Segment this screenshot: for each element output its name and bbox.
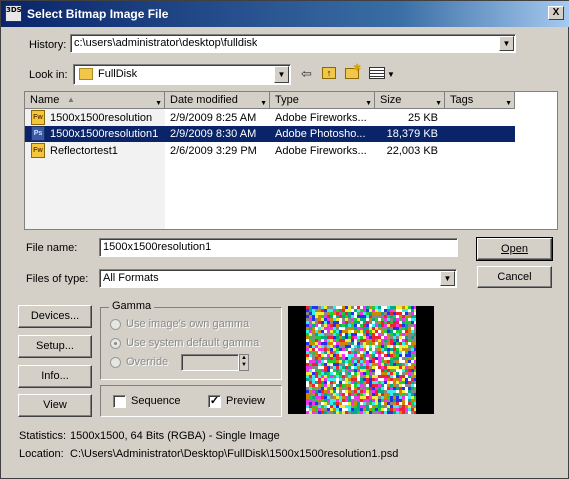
up-folder-icon[interactable]: ↑ bbox=[322, 67, 336, 79]
preview-noise-image bbox=[306, 306, 416, 414]
open-button-label: Open bbox=[501, 243, 528, 255]
column-header-size[interactable]: Size ▼ bbox=[375, 92, 445, 109]
title-bar[interactable]: 3DS Select Bitmap Image File X bbox=[1, 1, 569, 27]
column-header-date-label: Date modified bbox=[170, 94, 238, 106]
dialog-title: Select Bitmap Image File bbox=[27, 7, 169, 21]
sort-ascending-icon: ▲ bbox=[67, 95, 75, 104]
column-header-name[interactable]: Name ▲ ▼ bbox=[25, 92, 165, 109]
sequence-checkbox[interactable] bbox=[113, 395, 126, 408]
file-name-value: 1500x1500resolution1 bbox=[103, 241, 212, 253]
files-of-type-combo[interactable]: All Formats ▼ bbox=[99, 269, 457, 288]
history-value: c:\users\administrator\desktop\fulldisk bbox=[74, 37, 258, 49]
file-size: 25 KB bbox=[408, 112, 438, 124]
column-header-type-label: Type bbox=[275, 94, 299, 106]
column-header-size-label: Size bbox=[380, 94, 402, 106]
file-type: Adobe Fireworks... bbox=[275, 112, 367, 124]
cancel-button[interactable]: Cancel bbox=[477, 266, 552, 288]
file-row[interactable]: Fw 1500x1500resolution 2/9/2009 8:25 AM … bbox=[25, 110, 515, 126]
fireworks-file-icon: Fw bbox=[31, 143, 45, 158]
column-header-tags[interactable]: Tags ▼ bbox=[445, 92, 515, 109]
gamma-override-label: Override bbox=[126, 356, 169, 368]
options-group: Sequence ✓ Preview bbox=[100, 385, 282, 417]
back-arrow-icon[interactable]: ⇦ bbox=[301, 67, 312, 81]
file-date: 2/6/2009 3:29 PM bbox=[170, 145, 257, 157]
chevron-down-icon[interactable]: ▼ bbox=[440, 271, 455, 286]
file-size: 18,379 KB bbox=[386, 128, 438, 140]
file-size: 22,003 KB bbox=[386, 145, 438, 157]
location-label: Location: bbox=[19, 448, 64, 460]
gamma-spinner[interactable]: ▲ ▼ bbox=[239, 354, 249, 371]
close-button[interactable]: X bbox=[548, 6, 564, 20]
preview-label: Preview bbox=[226, 395, 266, 407]
fireworks-file-icon: Fw bbox=[31, 110, 45, 125]
look-in-value: FullDisk bbox=[98, 68, 138, 80]
file-list[interactable]: Name ▲ ▼ Date modified ▼ Type ▼ Size ▼ T… bbox=[24, 91, 558, 230]
open-button[interactable]: Open bbox=[476, 237, 553, 261]
gamma-legend: Gamma bbox=[109, 300, 155, 312]
gamma-override-radio[interactable] bbox=[110, 357, 121, 368]
statistics-label: Statistics: bbox=[19, 430, 67, 442]
view-menu-icon[interactable] bbox=[369, 67, 385, 79]
history-label: History: bbox=[29, 39, 67, 51]
file-type: Adobe Fireworks... bbox=[275, 145, 367, 157]
file-name: Reflectortest1 bbox=[50, 145, 118, 157]
view-button[interactable]: View bbox=[18, 394, 92, 417]
file-row[interactable]: Fw Reflectortest1 2/6/2009 3:29 PM Adobe… bbox=[25, 143, 515, 159]
files-of-type-label: Files of type: bbox=[26, 273, 89, 285]
look-in-label: Look in: bbox=[29, 69, 68, 81]
column-header-tags-label: Tags bbox=[450, 94, 474, 106]
chevron-down-icon[interactable]: ▼ bbox=[387, 68, 395, 82]
select-bitmap-dialog: 3DS Select Bitmap Image File X History: … bbox=[0, 0, 569, 479]
preview-checkbox[interactable]: ✓ bbox=[208, 395, 221, 408]
gamma-own-label: Use image's own gamma bbox=[126, 318, 250, 330]
gamma-override-input[interactable] bbox=[181, 354, 239, 371]
file-date: 2/9/2009 8:25 AM bbox=[170, 112, 257, 124]
gamma-own-radio[interactable] bbox=[110, 319, 121, 330]
column-header-type[interactable]: Type ▼ bbox=[270, 92, 375, 109]
column-header-name-label: Name bbox=[30, 94, 60, 106]
files-of-type-value: All Formats bbox=[103, 272, 159, 284]
file-type: Adobe Photosho... bbox=[275, 128, 366, 140]
photoshop-file-icon: Ps bbox=[31, 126, 45, 141]
gamma-group: Gamma Use image's own gamma Use system d… bbox=[100, 300, 282, 380]
file-date: 2/9/2009 8:30 AM bbox=[170, 128, 257, 140]
file-name-label: File name: bbox=[26, 242, 78, 254]
app-icon: 3DS bbox=[5, 5, 22, 22]
file-row-selected[interactable]: Ps 1500x1500resolution1 2/9/2009 8:30 AM… bbox=[25, 126, 515, 142]
file-name: 1500x1500resolution bbox=[50, 112, 153, 124]
info-button[interactable]: Info... bbox=[18, 365, 92, 388]
setup-button[interactable]: Setup... bbox=[18, 335, 92, 358]
statistics-value: 1500x1500, 64 Bits (RGBA) - Single Image bbox=[70, 430, 280, 442]
gamma-system-radio[interactable] bbox=[110, 338, 121, 349]
column-header-date[interactable]: Date modified ▼ bbox=[165, 92, 270, 109]
folder-icon bbox=[79, 68, 93, 80]
file-name: 1500x1500resolution1 bbox=[50, 128, 159, 140]
file-name-input[interactable]: 1500x1500resolution1 bbox=[99, 238, 458, 257]
look-in-combo[interactable]: FullDisk ▼ bbox=[73, 64, 291, 85]
location-value: C:\Users\Administrator\Desktop\FullDisk\… bbox=[70, 448, 399, 460]
history-combo[interactable]: c:\users\administrator\desktop\fulldisk … bbox=[70, 34, 516, 53]
image-preview bbox=[288, 306, 434, 414]
gamma-system-label: Use system default gamma bbox=[126, 337, 260, 349]
sequence-label: Sequence bbox=[131, 395, 181, 407]
chevron-down-icon[interactable]: ▼ bbox=[274, 66, 289, 83]
chevron-down-icon[interactable]: ▼ bbox=[499, 36, 514, 51]
sparkle-icon: ✱ bbox=[353, 63, 362, 74]
devices-button[interactable]: Devices... bbox=[18, 305, 92, 328]
